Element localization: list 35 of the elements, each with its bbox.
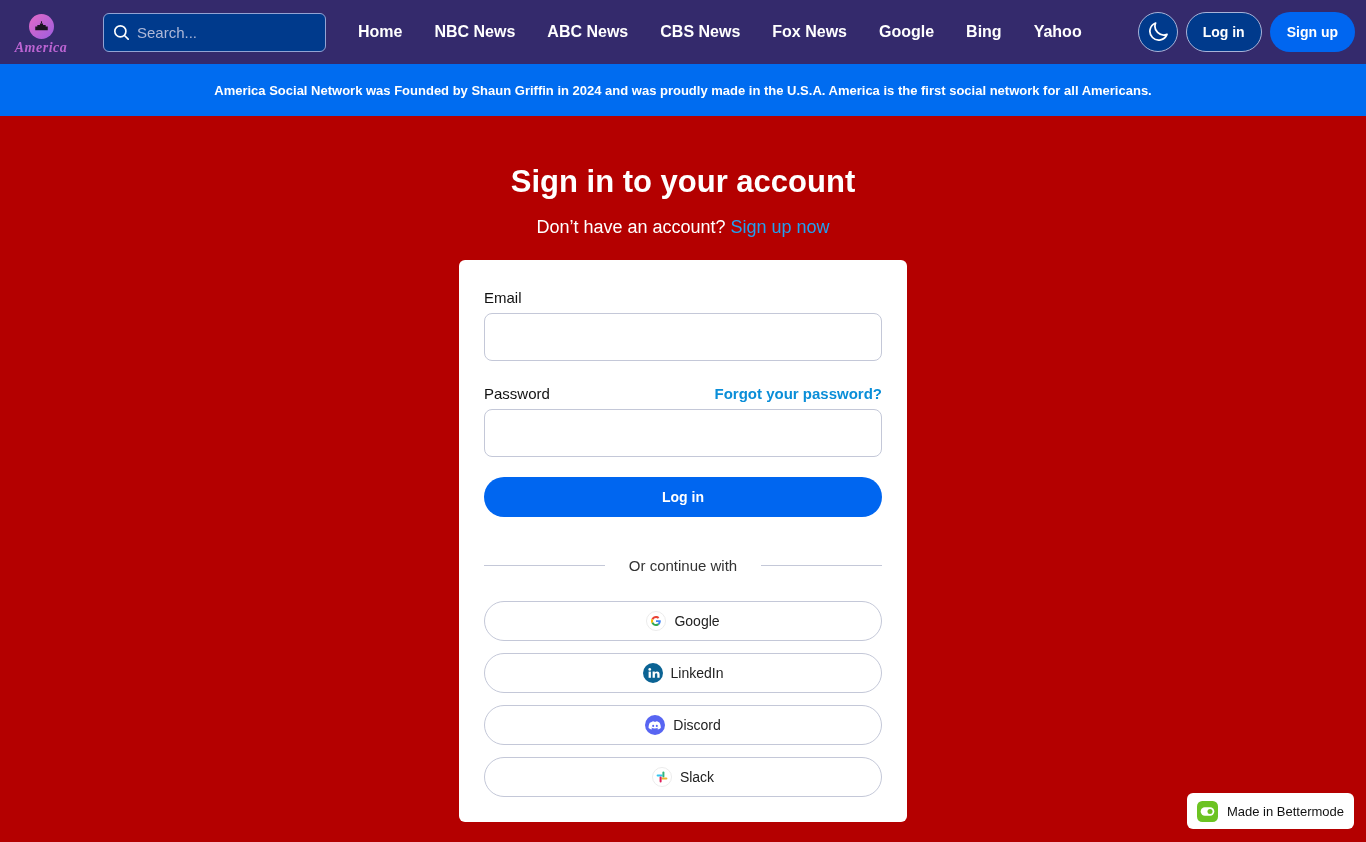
forgot-password-link[interactable]: Forgot your password?	[714, 384, 882, 402]
linkedin-icon	[642, 663, 663, 683]
field-label: Email	[484, 288, 522, 306]
nav-link[interactable]: Fox News	[756, 12, 863, 52]
logo-icon[interactable]	[28, 13, 54, 39]
nav-link[interactable]: Google	[863, 12, 951, 52]
discord-icon	[645, 715, 666, 735]
nav-link[interactable]: ABC News	[531, 12, 645, 52]
signup-prompt: Don’t have an account? Sign up now	[536, 216, 830, 239]
search-icon	[114, 24, 129, 40]
nav-link[interactable]: NBC News	[418, 12, 532, 52]
social-login-button[interactable]: Slack	[484, 757, 882, 797]
field-label: Password	[484, 384, 550, 402]
nav-link[interactable]: Bing	[950, 12, 1018, 52]
search-field[interactable]: Search...	[103, 12, 326, 52]
social-login-button[interactable]: Google	[484, 601, 882, 641]
login-button[interactable]: Log in	[1185, 12, 1262, 52]
nav-link[interactable]: Home	[342, 12, 419, 52]
social-login-button[interactable]: LinkedIn	[484, 653, 882, 693]
page-title: Sign in to your account	[510, 163, 856, 201]
input-field[interactable]	[484, 313, 882, 361]
social-login-button[interactable]: Discord	[484, 705, 882, 745]
divider-text: Or continue with	[627, 556, 739, 574]
nav-link[interactable]: Yahoo	[1017, 12, 1098, 52]
moon-icon	[1147, 22, 1168, 42]
nav-link[interactable]: CBS News	[644, 12, 757, 52]
toggle-icon	[1196, 800, 1218, 822]
signup-button[interactable]: Sign up	[1269, 12, 1355, 52]
made-in-badge[interactable]: Made in Bettermode	[1186, 793, 1354, 829]
slack-icon	[651, 767, 672, 787]
theme-toggle-button[interactable]	[1137, 12, 1178, 52]
login-button[interactable]: Log in	[484, 477, 882, 517]
input-field[interactable]	[484, 409, 882, 457]
announcement-banner: America Social Network was Founded by Shaun Griffin in 2024 and was proudly made in the U.S.A. America is the first social network for all Americans.	[0, 64, 1366, 116]
google-icon	[646, 611, 667, 631]
